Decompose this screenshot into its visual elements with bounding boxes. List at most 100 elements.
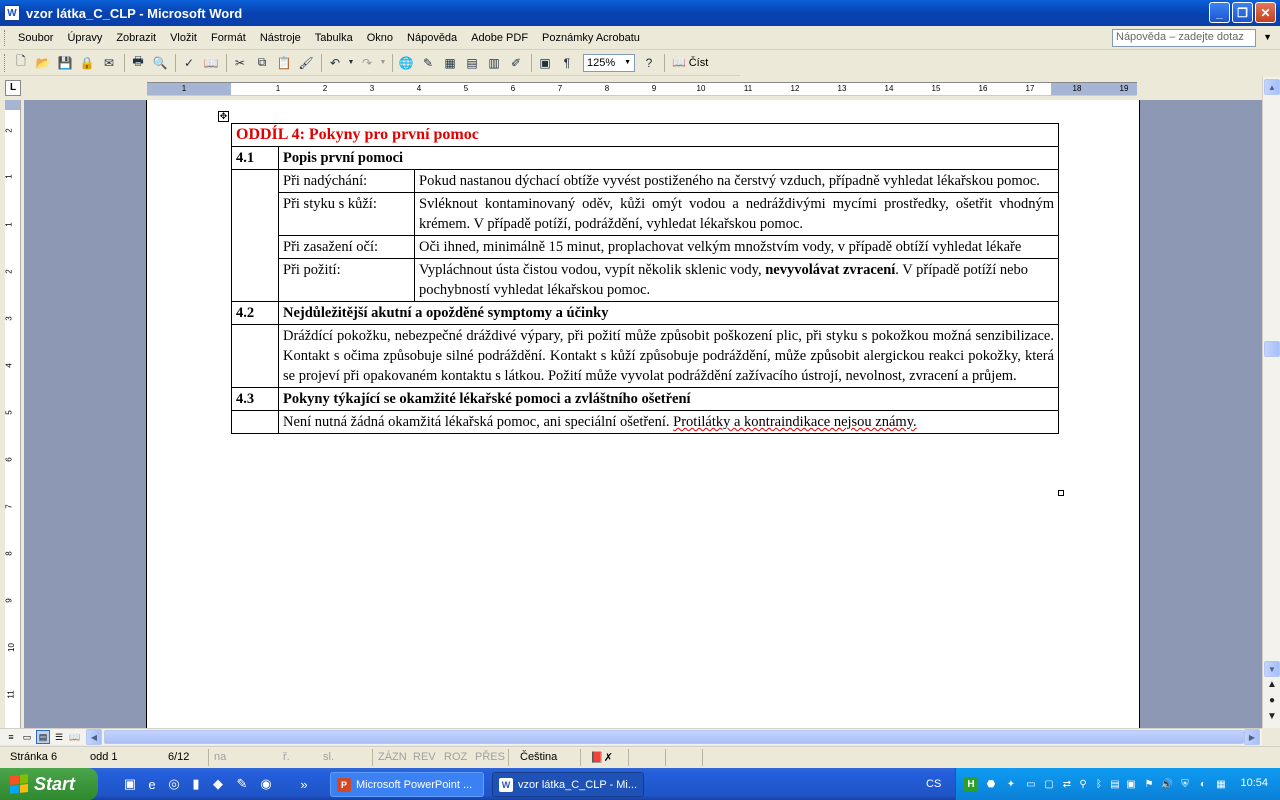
tray-update-icon[interactable]: ◐ [1196, 777, 1210, 791]
status-language[interactable]: Čeština [520, 751, 557, 763]
cut-icon[interactable]: ✂ [230, 53, 250, 73]
tray-flag-icon[interactable]: ⚑ [1142, 777, 1156, 791]
tray-security-icon[interactable]: ⛨ [1178, 777, 1192, 791]
print-layout-icon[interactable]: ▤ [36, 730, 50, 744]
menu-adobe-pdf[interactable]: Adobe PDF [464, 32, 535, 44]
scroll-right-button[interactable]: ▶ [1244, 729, 1260, 745]
quicklaunch-desktop-icon[interactable]: ▣ [122, 776, 138, 792]
tray-bluetooth-icon[interactable]: ᛒ [1092, 777, 1106, 791]
quicklaunch-expand-icon[interactable]: » [296, 776, 312, 792]
tray-antivirus-icon[interactable]: ✦ [1004, 777, 1018, 791]
menu-table[interactable]: Tabulka [308, 32, 360, 44]
menu-insert[interactable]: Vložit [163, 32, 204, 44]
menu-grip[interactable] [4, 29, 7, 46]
tray-computer-icon[interactable]: ▦ [1214, 777, 1228, 791]
tray-display-icon[interactable]: ▤ [1108, 777, 1122, 791]
menu-tools[interactable]: Nástroje [253, 32, 308, 44]
email-icon[interactable]: ✉ [99, 53, 119, 73]
tray-network-icon[interactable]: ⇄ [1060, 777, 1074, 791]
menu-help[interactable]: Nápověda [400, 32, 464, 44]
tray-monitor-icon[interactable]: ▭ [1024, 777, 1038, 791]
columns-icon[interactable]: ▥ [484, 53, 504, 73]
reading-layout-icon[interactable]: 📖 [68, 730, 82, 744]
minimize-button[interactable]: _ [1209, 2, 1230, 23]
menu-format[interactable]: Formát [204, 32, 253, 44]
status-record-macro[interactable]: ZÁZN [378, 751, 407, 763]
open-folder-icon[interactable]: 📂 [33, 53, 53, 73]
table-move-handle-icon[interactable]: ✥ [218, 111, 229, 122]
permission-icon[interactable]: 🔒 [77, 53, 97, 73]
horizontal-scrollbar[interactable]: ≡ ▭ ▤ ☰ 📖 ◀ ▶ [0, 728, 1262, 745]
start-button[interactable]: Start [0, 768, 98, 800]
tray-device-icon[interactable]: ▢ [1042, 777, 1056, 791]
menu-edit[interactable]: Úpravy [60, 32, 109, 44]
menu-view[interactable]: Zobrazit [109, 32, 163, 44]
undo-icon[interactable]: ↶ [325, 53, 345, 73]
help-dropdown-icon[interactable]: ▼ [1263, 32, 1272, 42]
tray-volume-icon[interactable]: 🔊 [1160, 777, 1174, 791]
menu-file[interactable]: Soubor [11, 32, 60, 44]
show-hide-icon[interactable]: ¶ [557, 53, 577, 73]
tray-h-icon[interactable]: H [964, 777, 978, 791]
status-track-changes[interactable]: REV [413, 751, 436, 763]
format-painter-icon[interactable]: 🖌 [296, 53, 316, 73]
quicklaunch-media-icon[interactable]: ▮ [188, 776, 204, 792]
status-extend[interactable]: ROZ [444, 751, 467, 763]
menu-window[interactable]: Okno [360, 32, 400, 44]
language-indicator[interactable]: CS [926, 778, 941, 790]
menu-acrobat-comments[interactable]: Poznámky Acrobatu [535, 32, 647, 44]
scroll-up-button[interactable]: ▲ [1264, 79, 1280, 95]
quicklaunch-search-icon[interactable]: ◎ [166, 776, 182, 792]
help-search-input[interactable]: Nápověda – zadejte dotaz [1112, 29, 1256, 47]
table-resize-handle[interactable] [1058, 490, 1064, 496]
previous-page-icon[interactable]: ▲ [1265, 679, 1279, 690]
status-overtype[interactable]: PŘES [475, 751, 505, 763]
document-map-icon[interactable]: ▣ [535, 53, 555, 73]
vertical-scrollbar[interactable]: ▲ ▼ ▲ ● ▼ [1262, 77, 1280, 728]
paste-icon[interactable]: 📋 [274, 53, 294, 73]
vertical-scroll-thumb[interactable] [1264, 341, 1280, 357]
quicklaunch-app-icon[interactable]: ◆ [210, 776, 226, 792]
spelling-status-icon[interactable]: 📕✗ [590, 751, 613, 764]
close-button[interactable]: ✕ [1255, 2, 1276, 23]
redo-dropdown-icon[interactable]: ▼ [379, 53, 387, 73]
taskbar-word[interactable]: W vzor látka_C_CLP - Mi... [492, 772, 644, 797]
quicklaunch-ie-icon[interactable]: e [144, 776, 160, 792]
horizontal-scroll-thumb[interactable] [104, 730, 1244, 744]
hyperlink-icon[interactable]: 🌐 [396, 53, 416, 73]
vertical-ruler[interactable]: 2 1 1 2 3 4 5 6 7 8 9 10 11 [5, 100, 21, 728]
toolbar-grip[interactable] [4, 53, 7, 72]
research-icon[interactable]: 📖 [201, 53, 221, 73]
tray-acrobat-icon[interactable]: ⬣ [984, 777, 998, 791]
browse-object-icon[interactable]: ● [1265, 695, 1279, 706]
taskbar-powerpoint[interactable]: P Microsoft PowerPoint ... [330, 772, 484, 797]
tray-search-icon[interactable]: ⚲ [1076, 777, 1090, 791]
web-layout-icon[interactable]: ▭ [20, 730, 34, 744]
help-icon[interactable]: ? [639, 53, 659, 73]
print-preview-icon[interactable]: 🔍 [150, 53, 170, 73]
insert-table-icon[interactable]: ▦ [440, 53, 460, 73]
tab-selector[interactable]: L [5, 80, 21, 96]
undo-dropdown-icon[interactable]: ▼ [347, 53, 355, 73]
drawing-icon[interactable]: ✐ [506, 53, 526, 73]
spelling-icon[interactable]: ✓ [179, 53, 199, 73]
read-button[interactable]: 📖 Číst [668, 56, 712, 70]
next-page-icon[interactable]: ▼ [1265, 711, 1279, 722]
outline-view-icon[interactable]: ☰ [52, 730, 66, 744]
horizontal-ruler[interactable]: 1 1 2 3 4 5 6 7 8 9 10 11 12 13 14 15 16… [147, 82, 1137, 96]
clock[interactable]: 10:54 [1240, 777, 1268, 789]
first-aid-table[interactable]: ODDÍL 4: Pokyny pro první pomoc 4.1 Popi… [231, 123, 1059, 434]
normal-view-icon[interactable]: ≡ [4, 730, 18, 744]
zoom-select[interactable]: 125% ▼ [583, 53, 635, 72]
quicklaunch-tool-icon[interactable]: ✎ [234, 776, 250, 792]
new-document-icon[interactable]: 🗋 [11, 53, 31, 73]
restore-button[interactable]: ❐ [1232, 2, 1253, 23]
tables-borders-icon[interactable]: ✎ [418, 53, 438, 73]
insert-excel-icon[interactable]: ▤ [462, 53, 482, 73]
redo-icon[interactable]: ↷ [357, 53, 377, 73]
scroll-left-button[interactable]: ◀ [86, 729, 102, 745]
word-app-icon[interactable]: W [4, 5, 20, 21]
save-icon[interactable]: 💾 [55, 53, 75, 73]
print-icon[interactable]: 🖶 [128, 53, 148, 73]
quicklaunch-opera-icon[interactable]: ◉ [258, 776, 274, 792]
